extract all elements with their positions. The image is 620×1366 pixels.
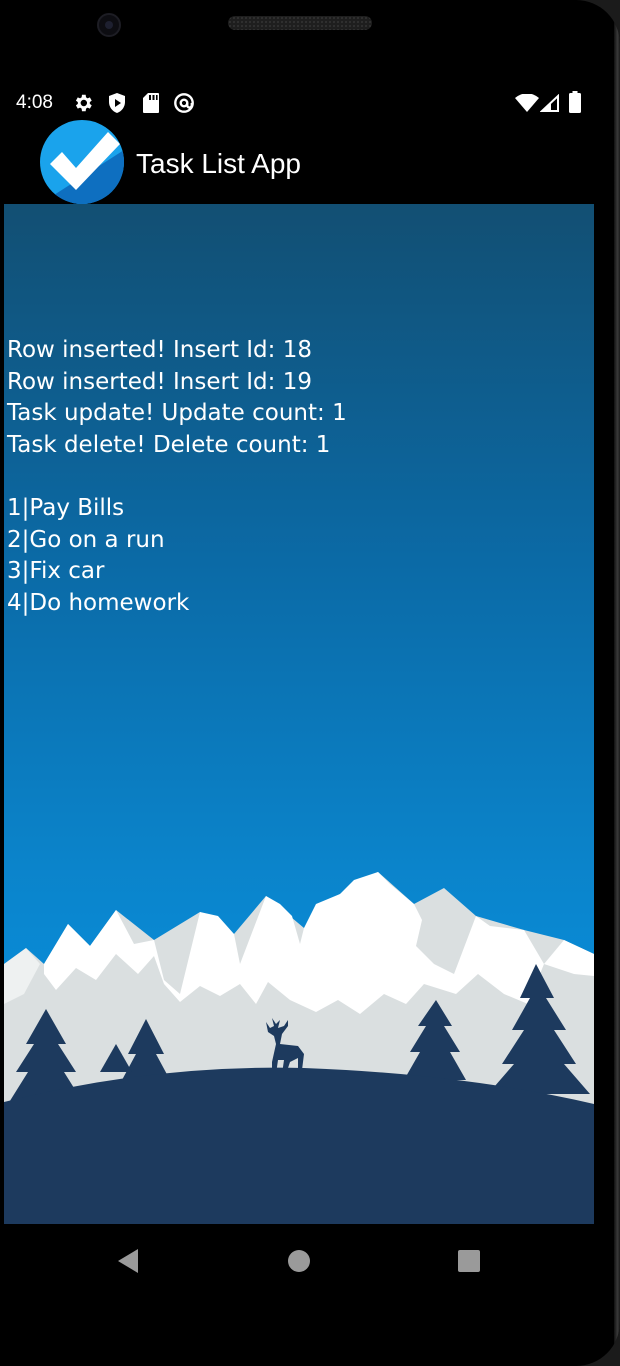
checkmark-icon bbox=[40, 120, 124, 204]
shield-icon bbox=[109, 93, 125, 113]
earpiece-speaker bbox=[228, 16, 372, 30]
back-icon[interactable] bbox=[116, 1248, 140, 1274]
task-item: 3|Fix car bbox=[7, 558, 105, 585]
output-log: Row inserted! Insert Id: 18 Row inserted… bbox=[7, 335, 594, 619]
status-message: Row inserted! Insert Id: 18 bbox=[7, 337, 312, 363]
home-icon[interactable] bbox=[287, 1249, 311, 1273]
gear-icon bbox=[75, 94, 92, 112]
sd-card-icon bbox=[143, 93, 159, 113]
main-content: Row inserted! Insert Id: 18 Row inserted… bbox=[4, 204, 594, 1224]
task-item: 2|Go on a run bbox=[7, 526, 165, 553]
status-message: Task update! Update count: 1 bbox=[7, 400, 347, 427]
wifi-icon bbox=[515, 94, 539, 112]
battery-icon bbox=[569, 91, 581, 113]
status-time: 4:08 bbox=[16, 92, 53, 113]
app-bar: Task List App bbox=[0, 118, 600, 204]
signal-icon bbox=[540, 94, 559, 112]
task-item: 1|Pay Bills bbox=[7, 494, 125, 521]
recents-icon[interactable] bbox=[457, 1249, 481, 1273]
status-bar: 4:08 bbox=[0, 84, 600, 120]
status-message: Task delete! Delete count: 1 bbox=[7, 431, 331, 458]
app-title: Task List App bbox=[136, 148, 301, 179]
phone-frame: 4:08 Task List App Row inserted! Insert … bbox=[0, 0, 620, 1366]
task-item: 4|Do homework bbox=[7, 589, 190, 616]
navigation-bar bbox=[0, 1224, 600, 1294]
at-sign-icon bbox=[174, 93, 194, 113]
front-camera bbox=[97, 13, 121, 37]
status-message: Row inserted! Insert Id: 19 bbox=[7, 368, 312, 395]
